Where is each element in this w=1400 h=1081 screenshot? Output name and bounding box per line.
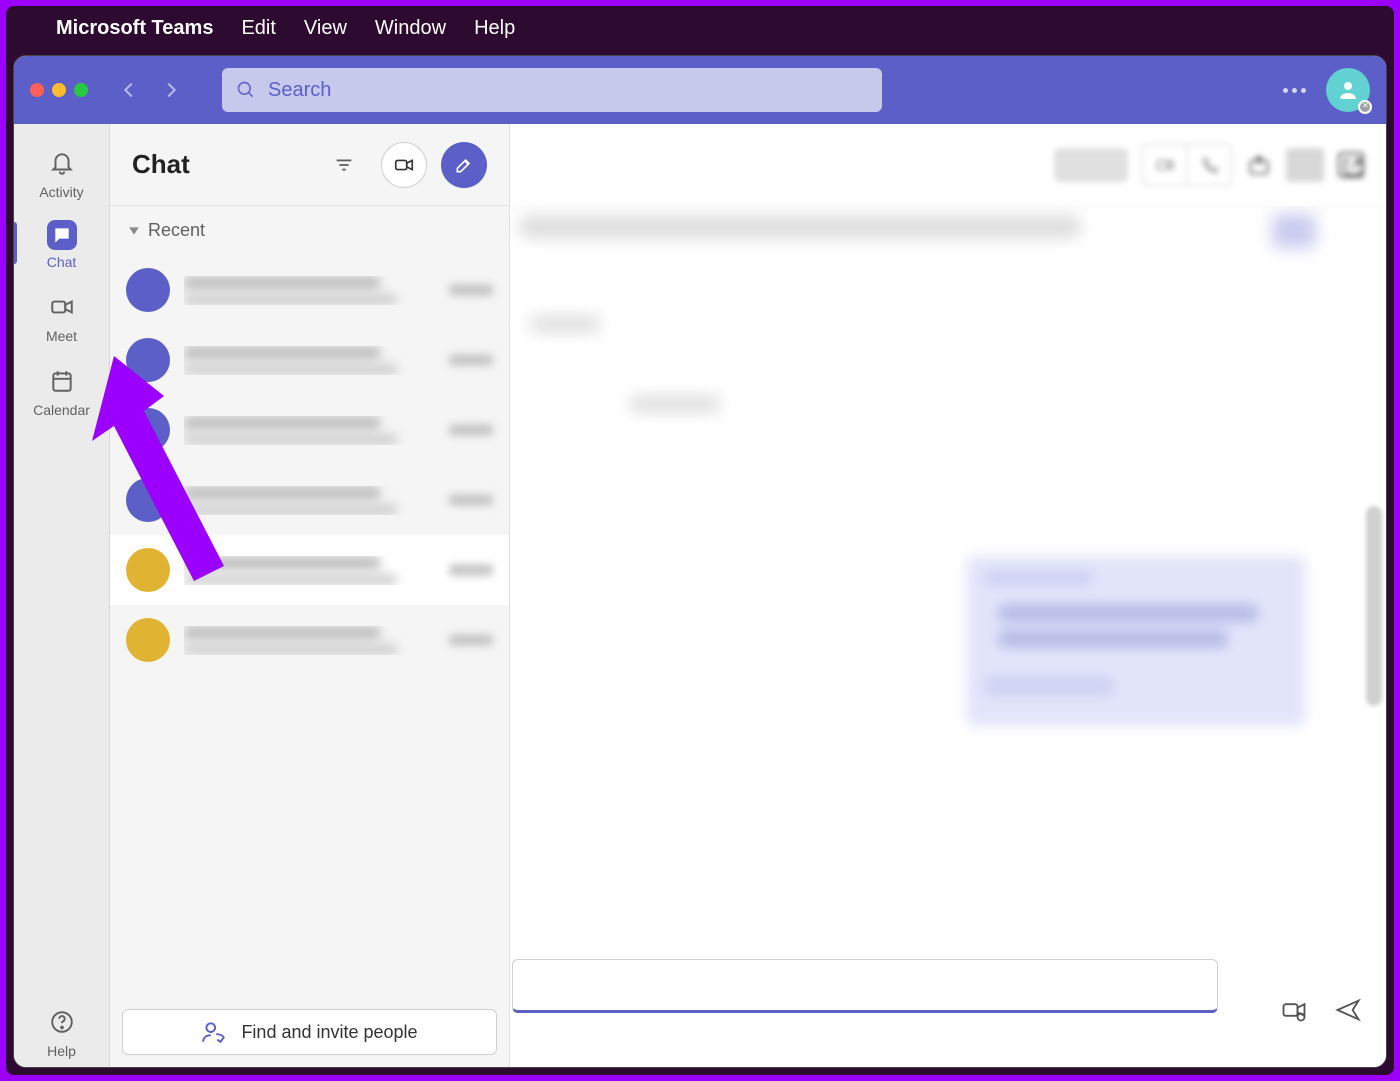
chat-list-pane: Chat Recent xyxy=(110,124,510,1067)
chat-list-item[interactable] xyxy=(110,325,509,395)
chat-list-header: Chat xyxy=(110,124,509,206)
meet-now-button[interactable] xyxy=(381,142,427,188)
rail-label-help: Help xyxy=(47,1043,76,1059)
nav-back-button[interactable] xyxy=(118,79,140,101)
rail-label-chat: Chat xyxy=(47,254,77,270)
video-clip-button[interactable] xyxy=(1280,996,1308,1029)
send-button[interactable] xyxy=(1334,996,1362,1029)
app-rail: Activity Chat Meet Calendar Help xyxy=(14,124,110,1067)
chat-list-item[interactable] xyxy=(110,255,509,325)
window-fullscreen-button[interactable] xyxy=(74,83,88,97)
more-options-button[interactable] xyxy=(1283,88,1306,93)
window-close-button[interactable] xyxy=(30,83,44,97)
message-bubble xyxy=(966,556,1306,726)
mac-menu-help[interactable]: Help xyxy=(474,17,515,40)
share-button[interactable] xyxy=(1246,152,1272,178)
teams-titlebar xyxy=(14,56,1386,124)
rail-item-chat[interactable]: Chat xyxy=(14,208,109,278)
recent-section-label: Recent xyxy=(148,220,205,241)
person-icon xyxy=(1336,78,1360,102)
phone-icon xyxy=(1200,155,1220,175)
chat-list-item[interactable] xyxy=(110,605,509,675)
message-input[interactable] xyxy=(512,959,1218,1013)
chat-icon xyxy=(53,226,71,244)
rail-item-calendar[interactable]: Calendar xyxy=(14,352,109,426)
share-icon xyxy=(1246,152,1272,178)
chat-list-item[interactable] xyxy=(110,465,509,535)
chat-main-pane xyxy=(510,124,1386,1067)
send-icon xyxy=(1334,996,1362,1024)
desktop-area: Microsoft Teams Edit View Window Help xyxy=(6,6,1394,1075)
nav-forward-button[interactable] xyxy=(160,79,182,101)
app-body: Activity Chat Meet Calendar Help xyxy=(14,124,1386,1067)
help-icon xyxy=(49,1009,75,1035)
chat-list-item[interactable] xyxy=(110,395,509,465)
calendar-icon xyxy=(49,368,75,394)
mac-menu-window[interactable]: Window xyxy=(375,17,446,40)
pop-out-icon xyxy=(1340,154,1366,180)
chevron-down-icon xyxy=(128,225,140,237)
rail-label-meet: Meet xyxy=(46,328,77,344)
add-people-button[interactable] xyxy=(1286,148,1324,182)
find-invite-button[interactable]: Find and invite people xyxy=(122,1009,497,1055)
search-input[interactable] xyxy=(268,79,868,102)
presence-indicator xyxy=(1358,100,1372,114)
audio-call-button[interactable] xyxy=(1187,145,1231,185)
recent-section-header[interactable]: Recent xyxy=(110,206,509,255)
annotation-frame: Microsoft Teams Edit View Window Help xyxy=(0,0,1400,1081)
video-icon xyxy=(49,294,75,320)
titlebar-right-cluster xyxy=(1283,68,1370,112)
rail-item-activity[interactable]: Activity xyxy=(14,134,109,208)
video-icon xyxy=(1155,155,1175,175)
chat-avatar xyxy=(126,618,170,662)
chat-header-tab[interactable] xyxy=(1054,148,1128,182)
compose-icon xyxy=(454,155,474,175)
teams-app-window: Activity Chat Meet Calendar Help xyxy=(14,56,1386,1067)
rail-item-help[interactable]: Help xyxy=(14,993,109,1067)
search-icon xyxy=(236,80,256,100)
video-call-button[interactable] xyxy=(1143,145,1187,185)
new-chat-button[interactable] xyxy=(441,142,487,188)
chat-messages-area[interactable] xyxy=(510,206,1386,957)
filter-button[interactable] xyxy=(321,142,367,188)
mac-menu-edit[interactable]: Edit xyxy=(241,17,275,40)
rail-label-calendar: Calendar xyxy=(33,402,90,418)
chat-avatar xyxy=(126,478,170,522)
chat-avatar xyxy=(126,548,170,592)
chat-list-title: Chat xyxy=(132,149,307,180)
filter-icon xyxy=(333,154,355,176)
invite-people-icon xyxy=(201,1019,227,1045)
compose-area xyxy=(510,957,1386,1067)
chat-main-header xyxy=(510,124,1386,206)
video-icon xyxy=(393,154,415,176)
chat-list-item[interactable] xyxy=(110,535,509,605)
window-minimize-button[interactable] xyxy=(52,83,66,97)
rail-label-activity: Activity xyxy=(39,184,83,200)
video-clip-icon xyxy=(1280,996,1308,1024)
pop-out-button[interactable] xyxy=(1338,152,1364,178)
rail-item-meet[interactable]: Meet xyxy=(14,278,109,352)
chat-avatar xyxy=(126,268,170,312)
chat-avatar xyxy=(126,338,170,382)
mac-menu-view[interactable]: View xyxy=(304,17,347,40)
call-buttons xyxy=(1142,144,1232,186)
find-invite-label: Find and invite people xyxy=(241,1022,417,1043)
mac-menubar: Microsoft Teams Edit View Window Help xyxy=(6,6,1394,50)
profile-avatar-button[interactable] xyxy=(1326,68,1370,112)
scrollbar[interactable] xyxy=(1366,506,1382,706)
search-bar[interactable] xyxy=(222,68,882,112)
bell-icon xyxy=(49,150,75,176)
chat-items-list xyxy=(110,255,509,997)
window-controls xyxy=(30,83,88,97)
mac-menu-app-name[interactable]: Microsoft Teams xyxy=(56,17,213,40)
history-nav xyxy=(118,79,182,101)
chat-avatar xyxy=(126,408,170,452)
